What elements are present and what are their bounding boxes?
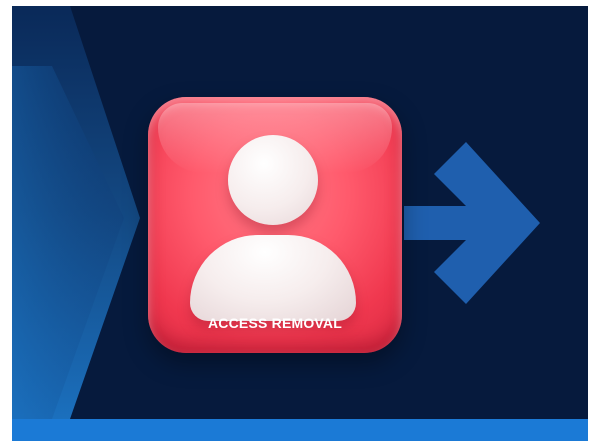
arrow-right-icon [404, 142, 540, 304]
bottom-strip [12, 419, 588, 441]
access-removal-card: ACCESS REMOVAL [148, 97, 402, 353]
graphic-frame: ACCESS REMOVAL [12, 6, 588, 441]
access-removal-label: ACCESS REMOVAL [208, 315, 342, 331]
user-icon-body [190, 235, 356, 321]
user-icon-head [228, 135, 318, 225]
